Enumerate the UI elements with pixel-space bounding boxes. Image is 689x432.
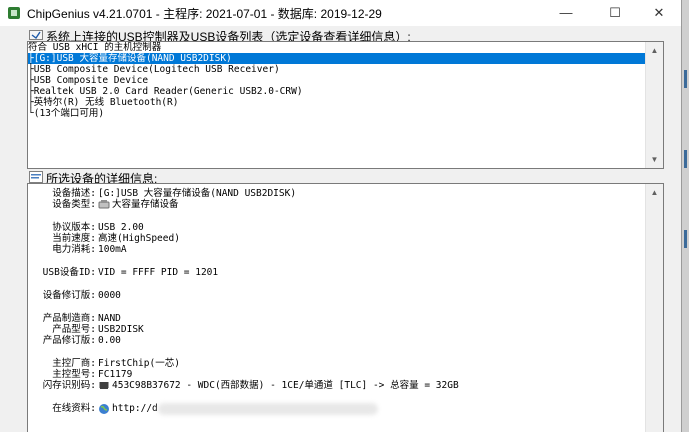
- detail-row-power: 电力消耗: 100mA: [52, 244, 127, 255]
- scroll-up-icon[interactable]: ▲: [646, 184, 663, 201]
- maximize-button[interactable]: ☐: [592, 0, 638, 26]
- list-item[interactable]: └(13个端口可用): [28, 108, 646, 119]
- detail-row-speed: 当前速度: 高速(HighSpeed): [52, 233, 180, 244]
- detail-row-protocol: 协议版本: USB 2.00: [52, 222, 144, 233]
- background-window-edge: [682, 0, 689, 432]
- detail-row-usb-id: USB设备ID: VID = FFFF PID = 1201: [42, 267, 219, 278]
- online-link[interactable]: http://d: [112, 403, 158, 414]
- drive-icon: [98, 200, 110, 209]
- detail-row-product: 产品型号: USB2DISK: [52, 324, 144, 335]
- usb-tree-icon: [29, 30, 43, 40]
- close-button[interactable]: ✕: [636, 0, 681, 26]
- list-item[interactable]: ├英特尔(R) 无线 Bluetooth(R): [28, 97, 646, 108]
- detail-row-description: 设备描述: [G:]USB 大容量存储设备(NAND USB2DISK): [52, 188, 297, 199]
- globe-icon: [99, 404, 109, 414]
- detail-row-product-revision: 产品修订版: 0.00: [42, 335, 121, 346]
- device-list-scrollbar[interactable]: ▲ ▼: [645, 42, 663, 168]
- list-item[interactable]: ├USB Composite Device(Logitech USB Recei…: [28, 64, 646, 75]
- title-bar[interactable]: ChipGenius v4.21.0701 - 主程序: 2021-07-01 …: [0, 0, 681, 26]
- list-item[interactable]: 符合 USB xHCI 的主机控制器: [28, 42, 646, 53]
- chipgenius-window: ChipGenius v4.21.0701 - 主程序: 2021-07-01 …: [0, 0, 682, 432]
- chip-icon: [99, 382, 109, 389]
- detail-row-online: 在线资料: http://d: [28, 403, 628, 415]
- detail-row-flash-id: 闪存识别码: 453C98B37672 - WDC(西部数据) - 1CE/单通…: [42, 380, 459, 391]
- list-item[interactable]: ├Realtek USB 2.0 Card Reader(Generic USB…: [28, 86, 646, 97]
- detail-row-controller-vendor: 主控厂商: FirstChip(一芯): [52, 358, 180, 369]
- app-icon: [8, 7, 20, 19]
- scroll-up-icon[interactable]: ▲: [646, 42, 663, 59]
- detail-row-controller-model: 主控型号: FC1179: [52, 369, 133, 380]
- redacted-url: [158, 403, 378, 415]
- detail-row-revision: 设备修订版: 0000: [42, 290, 121, 301]
- details-panel[interactable]: 设备描述: [G:]USB 大容量存储设备(NAND USB2DISK) 设备类…: [27, 183, 664, 432]
- window-title: ChipGenius v4.21.0701 - 主程序: 2021-07-01 …: [27, 7, 382, 21]
- details-icon: [29, 171, 43, 183]
- details-scrollbar[interactable]: ▲: [645, 184, 663, 432]
- detail-row-vendor: 产品制造商: NAND: [42, 313, 121, 324]
- scroll-down-icon[interactable]: ▼: [646, 151, 663, 168]
- device-list[interactable]: 符合 USB xHCI 的主机控制器 ├[G:]USB 大容量存储设备(NAND…: [27, 41, 664, 169]
- detail-row-type: 设备类型: 大容量存储设备: [52, 199, 179, 210]
- list-item[interactable]: ├USB Composite Device: [28, 75, 646, 86]
- list-item-selected[interactable]: ├[G:]USB 大容量存储设备(NAND USB2DISK): [28, 53, 646, 64]
- minimize-button[interactable]: —: [543, 0, 589, 26]
